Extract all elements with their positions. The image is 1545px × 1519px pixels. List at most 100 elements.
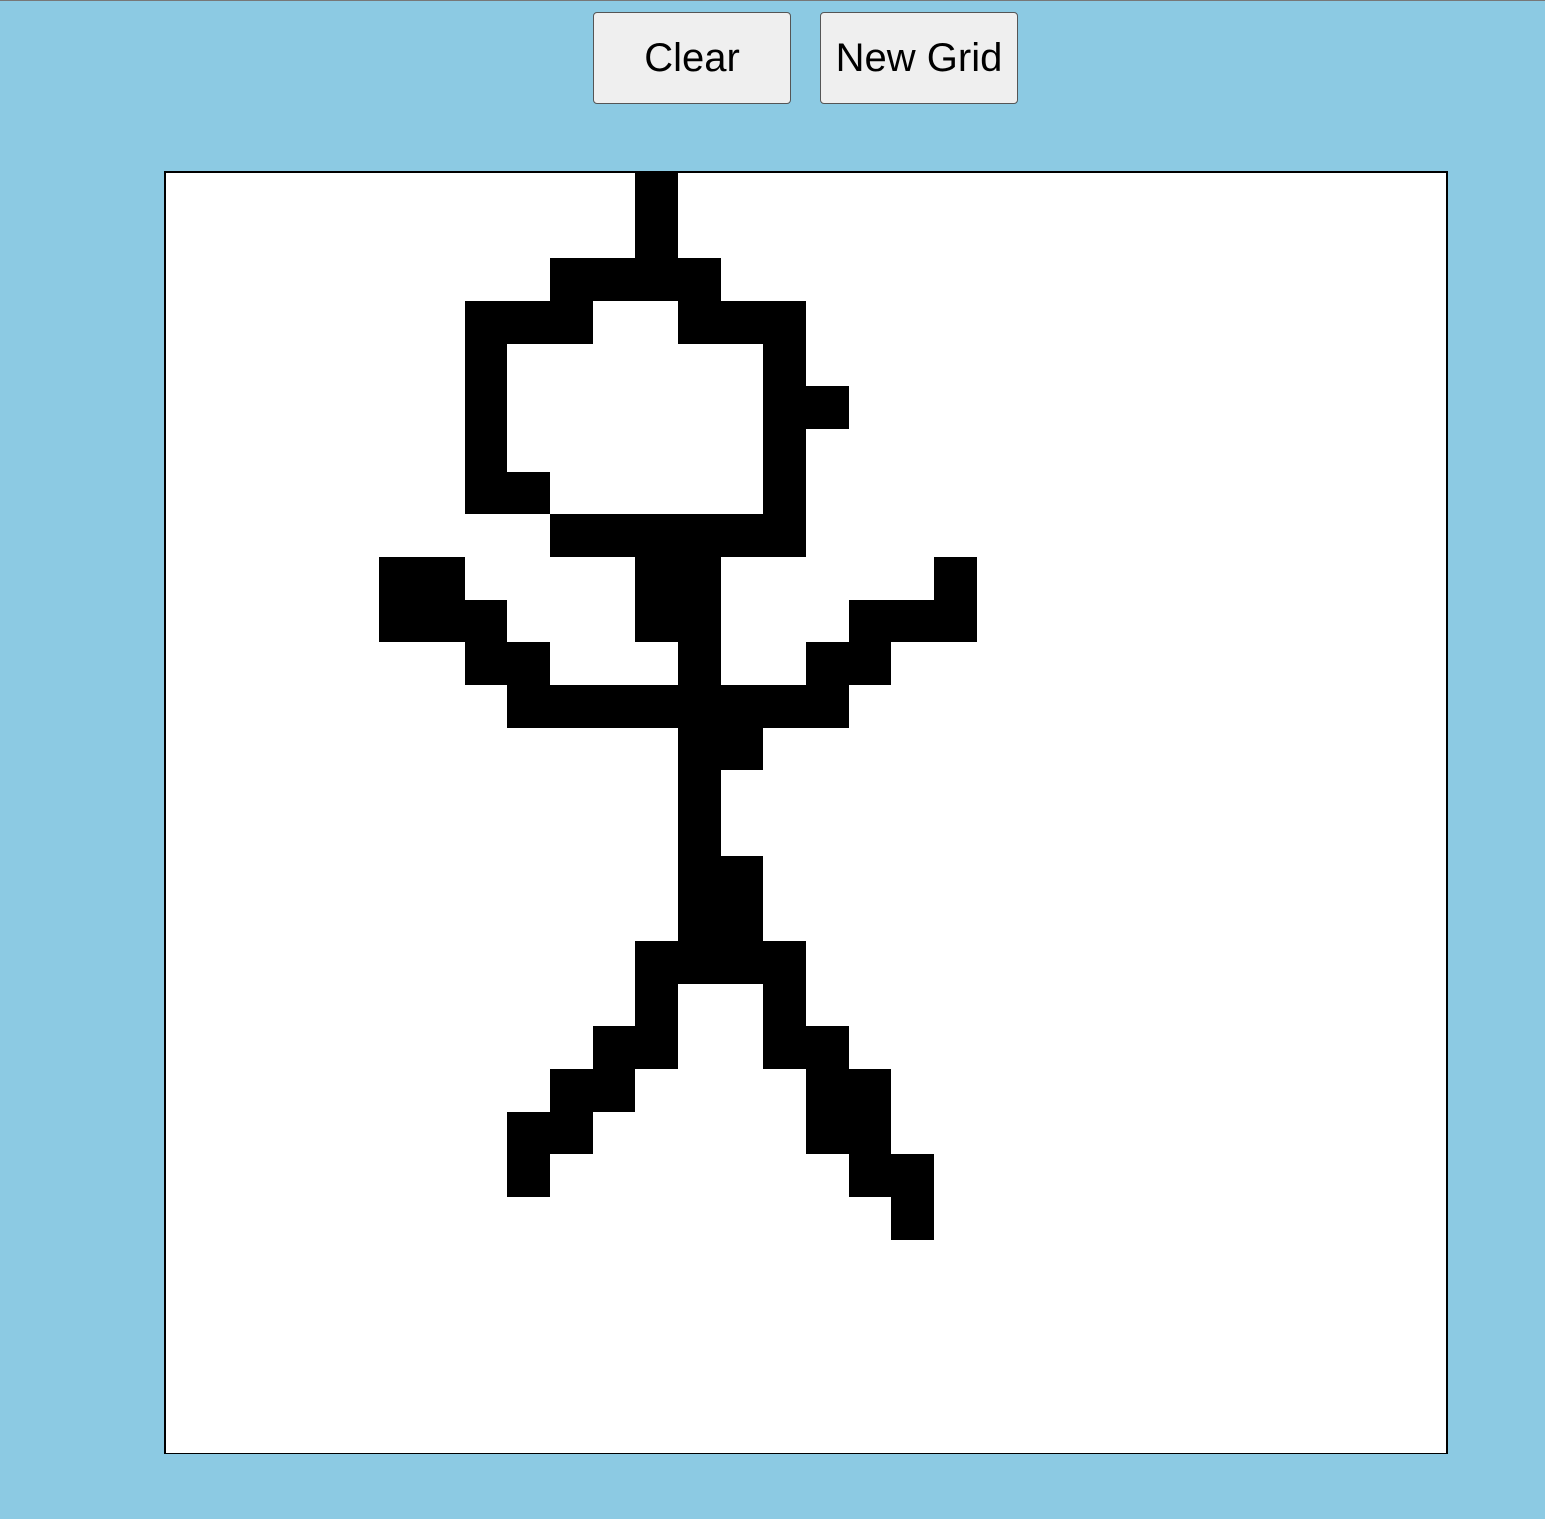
grid-cell[interactable] bbox=[251, 429, 294, 472]
grid-cell[interactable] bbox=[1232, 1325, 1276, 1368]
grid-cell[interactable] bbox=[166, 1325, 209, 1368]
grid-cell[interactable] bbox=[1360, 429, 1404, 472]
grid-cell[interactable] bbox=[379, 855, 422, 899]
grid-cell[interactable] bbox=[1403, 557, 1446, 600]
grid-cell[interactable] bbox=[1062, 1367, 1105, 1411]
grid-cell[interactable] bbox=[976, 1111, 1020, 1155]
grid-cell[interactable] bbox=[464, 855, 508, 899]
grid-cell[interactable] bbox=[848, 343, 892, 387]
grid-cell[interactable] bbox=[1360, 898, 1404, 941]
grid-cell[interactable] bbox=[1232, 1069, 1276, 1112]
grid-cell[interactable] bbox=[507, 1026, 550, 1069]
grid-cell[interactable] bbox=[976, 429, 1020, 472]
grid-cell[interactable] bbox=[934, 1282, 977, 1325]
grid-cell[interactable] bbox=[1019, 173, 1062, 216]
grid-cell[interactable] bbox=[1360, 599, 1404, 643]
grid-cell[interactable] bbox=[763, 1282, 806, 1325]
grid-cell[interactable] bbox=[1403, 429, 1446, 472]
grid-cell[interactable] bbox=[806, 429, 849, 472]
grid-cell[interactable] bbox=[422, 1069, 465, 1112]
grid-cell[interactable] bbox=[294, 599, 337, 643]
grid-cell[interactable] bbox=[294, 685, 337, 728]
grid-cell[interactable] bbox=[1019, 855, 1062, 899]
grid-cell[interactable] bbox=[1318, 855, 1361, 899]
grid-cell[interactable] bbox=[550, 599, 593, 643]
grid-cell[interactable] bbox=[1403, 1325, 1446, 1368]
grid-cell[interactable] bbox=[550, 343, 593, 387]
grid-cell[interactable] bbox=[763, 983, 806, 1027]
grid-cell[interactable] bbox=[1147, 1197, 1190, 1240]
grid-cell[interactable] bbox=[1360, 258, 1404, 301]
grid-cell[interactable] bbox=[251, 599, 294, 643]
grid-cell[interactable] bbox=[507, 215, 550, 259]
grid-cell[interactable] bbox=[806, 471, 849, 515]
grid-cell[interactable] bbox=[251, 173, 294, 216]
grid-cell[interactable] bbox=[1318, 685, 1361, 728]
grid-cell[interactable] bbox=[720, 727, 764, 771]
grid-cell[interactable] bbox=[422, 685, 465, 728]
grid-cell[interactable] bbox=[976, 1154, 1020, 1197]
grid-cell[interactable] bbox=[848, 1154, 892, 1197]
grid-cell[interactable] bbox=[1190, 727, 1233, 771]
grid-cell[interactable] bbox=[1360, 941, 1404, 984]
grid-cell[interactable] bbox=[208, 1282, 252, 1325]
new-grid-button[interactable]: New Grid bbox=[820, 12, 1018, 104]
grid-cell[interactable] bbox=[976, 642, 1020, 685]
grid-cell[interactable] bbox=[251, 685, 294, 728]
grid-cell[interactable] bbox=[678, 557, 721, 600]
grid-cell[interactable] bbox=[891, 898, 934, 941]
grid-cell[interactable] bbox=[678, 1069, 721, 1112]
grid-cell[interactable] bbox=[166, 1154, 209, 1197]
grid-cell[interactable] bbox=[848, 855, 892, 899]
grid-cell[interactable] bbox=[763, 557, 806, 600]
grid-cell[interactable] bbox=[550, 471, 593, 515]
grid-cell[interactable] bbox=[294, 173, 337, 216]
grid-cell[interactable] bbox=[976, 1239, 1020, 1283]
grid-cell[interactable] bbox=[806, 855, 849, 899]
grid-cell[interactable] bbox=[464, 301, 508, 344]
grid-cell[interactable] bbox=[891, 343, 934, 387]
grid-cell[interactable] bbox=[166, 898, 209, 941]
grid-cell[interactable] bbox=[1318, 727, 1361, 771]
grid-cell[interactable] bbox=[464, 471, 508, 515]
grid-cell[interactable] bbox=[379, 215, 422, 259]
grid-cell[interactable] bbox=[1104, 1410, 1148, 1453]
grid-cell[interactable] bbox=[294, 770, 337, 813]
grid-cell[interactable] bbox=[379, 1197, 422, 1240]
grid-cell[interactable] bbox=[208, 557, 252, 600]
grid-cell[interactable] bbox=[848, 941, 892, 984]
grid-cell[interactable] bbox=[678, 1239, 721, 1283]
grid-cell[interactable] bbox=[891, 215, 934, 259]
grid-cell[interactable] bbox=[422, 1410, 465, 1453]
grid-cell[interactable] bbox=[550, 685, 593, 728]
grid-cell[interactable] bbox=[635, 1154, 678, 1197]
grid-cell[interactable] bbox=[422, 471, 465, 515]
grid-cell[interactable] bbox=[1403, 1410, 1446, 1453]
grid-cell[interactable] bbox=[848, 1197, 892, 1240]
grid-cell[interactable] bbox=[336, 770, 380, 813]
grid-cell[interactable] bbox=[1019, 343, 1062, 387]
grid-cell[interactable] bbox=[336, 557, 380, 600]
grid-cell[interactable] bbox=[251, 557, 294, 600]
grid-cell[interactable] bbox=[550, 1367, 593, 1411]
grid-cell[interactable] bbox=[1062, 770, 1105, 813]
grid-cell[interactable] bbox=[1275, 1111, 1318, 1155]
grid-cell[interactable] bbox=[592, 386, 636, 429]
grid-cell[interactable] bbox=[678, 1325, 721, 1368]
grid-cell[interactable] bbox=[720, 258, 764, 301]
grid-cell[interactable] bbox=[507, 258, 550, 301]
grid-cell[interactable] bbox=[251, 1239, 294, 1283]
grid-cell[interactable] bbox=[1019, 1410, 1062, 1453]
grid-cell[interactable] bbox=[1318, 813, 1361, 856]
grid-cell[interactable] bbox=[934, 685, 977, 728]
grid-cell[interactable] bbox=[1360, 1111, 1404, 1155]
grid-cell[interactable] bbox=[934, 557, 977, 600]
grid-cell[interactable] bbox=[592, 685, 636, 728]
grid-cell[interactable] bbox=[976, 215, 1020, 259]
grid-cell[interactable] bbox=[1062, 727, 1105, 771]
grid-cell[interactable] bbox=[1062, 941, 1105, 984]
grid-cell[interactable] bbox=[336, 301, 380, 344]
grid-cell[interactable] bbox=[1232, 557, 1276, 600]
grid-cell[interactable] bbox=[336, 685, 380, 728]
grid-cell[interactable] bbox=[1275, 813, 1318, 856]
